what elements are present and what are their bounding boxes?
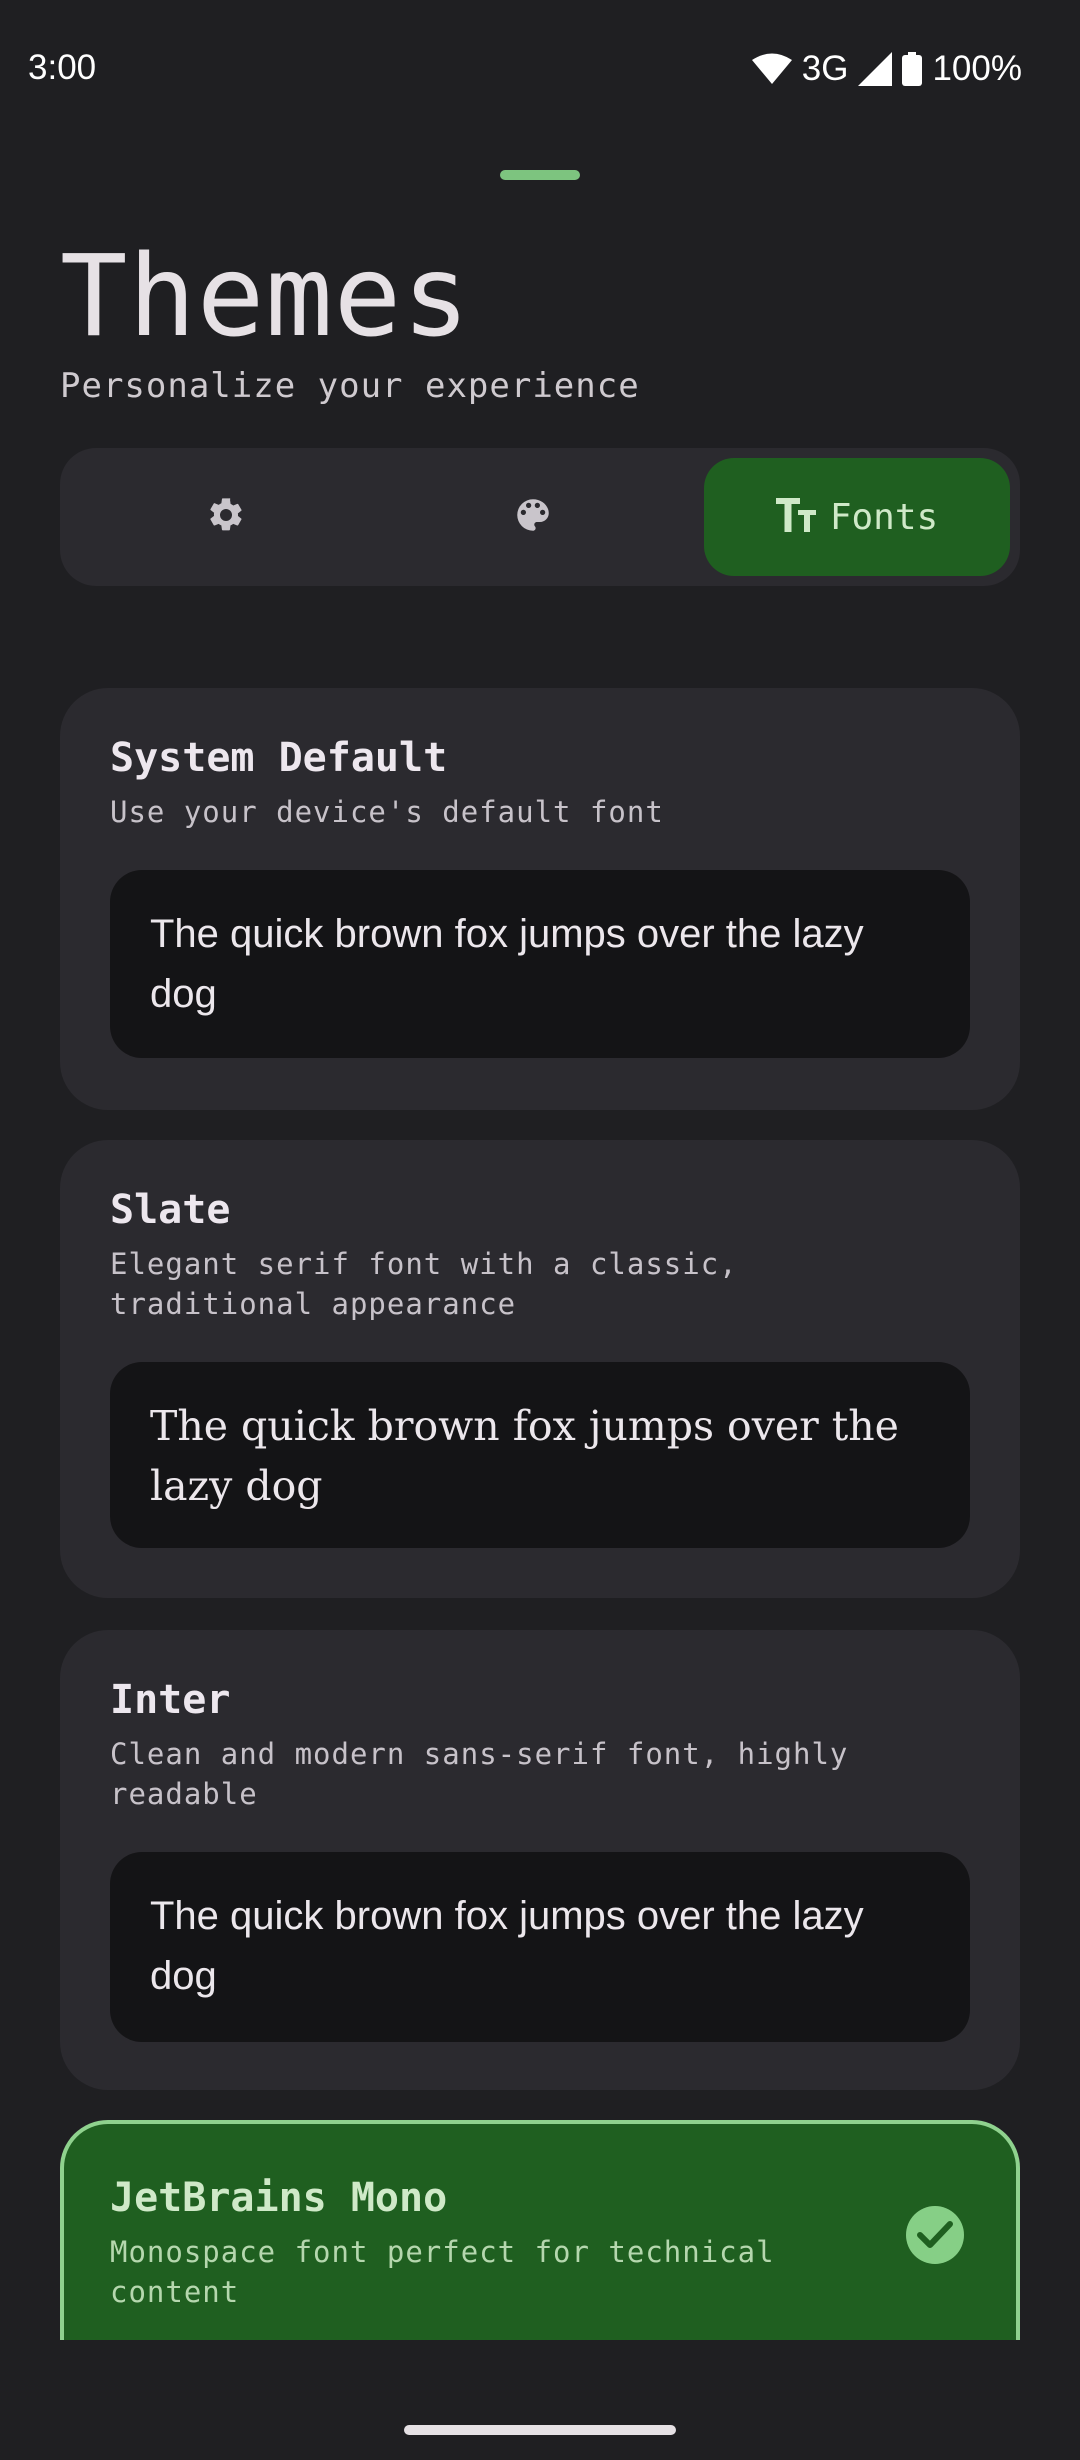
theme-tabs: Fonts — [60, 448, 1020, 586]
battery-icon — [902, 52, 923, 86]
font-description: Clean and modern sans-serif font, highly… — [110, 1737, 849, 1811]
status-bar: 3:00 3G 100% — [0, 0, 1080, 140]
font-option-jetbrains-mono[interactable]: JetBrains Mono Monospace font perfect fo… — [60, 2120, 1020, 2340]
font-description: Monospace font perfect for technical con… — [110, 2235, 775, 2309]
signal-icon — [858, 52, 893, 86]
tab-settings[interactable] — [80, 458, 386, 576]
font-option-inter[interactable]: Inter Clean and modern sans-serif font, … — [60, 1630, 1020, 2090]
tab-label: Fonts — [829, 496, 939, 538]
tab-colors[interactable] — [387, 458, 693, 576]
status-time: 3:00 — [28, 48, 97, 87]
palette-icon — [512, 494, 554, 540]
wifi-icon — [751, 53, 792, 85]
font-name: Slate — [110, 1187, 231, 1233]
font-option-system-default[interactable]: System Default Use your device's default… — [60, 688, 1020, 1110]
font-description: Elegant serif font with a classic, tradi… — [110, 1247, 738, 1321]
font-description: Use your device's default font — [110, 795, 664, 829]
battery-percent: 100% — [932, 49, 1022, 88]
page-subtitle: Personalize your experience — [60, 366, 640, 406]
network-type: 3G — [801, 49, 849, 88]
font-preview: The quick brown fox jumps over the lazy … — [110, 870, 970, 1058]
page-title: Themes — [60, 232, 471, 362]
font-name: System Default — [110, 735, 448, 781]
check-circle-icon — [906, 2206, 964, 2264]
tab-fonts[interactable]: Fonts — [704, 458, 1010, 576]
font-option-slate[interactable]: Slate Elegant serif font with a classic,… — [60, 1140, 1020, 1598]
gesture-nav-bar[interactable] — [404, 2425, 676, 2435]
drag-handle[interactable] — [500, 170, 580, 180]
font-preview: The quick brown fox jumps over the lazy … — [110, 1852, 970, 2042]
gear-icon — [206, 495, 246, 539]
font-preview: The quick brown fox jumps over the lazy … — [110, 1362, 970, 1548]
font-name: JetBrains Mono — [110, 2175, 448, 2221]
font-name: Inter — [110, 1677, 231, 1723]
status-icons: 3G 100% — [751, 46, 1022, 92]
text-size-icon — [775, 498, 816, 536]
